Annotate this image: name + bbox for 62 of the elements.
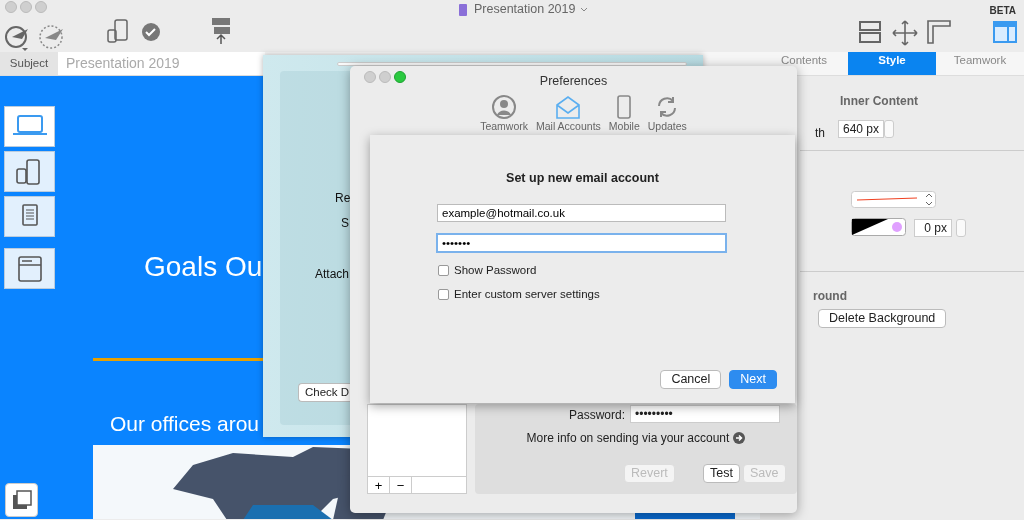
preferences-tab[interactable]: Teamwork bbox=[478, 94, 530, 135]
move-icon[interactable] bbox=[892, 20, 918, 46]
sidebar-icon[interactable] bbox=[993, 21, 1017, 43]
preferences-tab[interactable]: Mail Accounts bbox=[534, 94, 603, 135]
device-button[interactable] bbox=[4, 196, 55, 237]
chevron-icon bbox=[579, 5, 590, 14]
password-field[interactable]: ••••••• bbox=[436, 232, 727, 253]
preferences-tab[interactable]: Mobile bbox=[606, 94, 642, 135]
device-button[interactable] bbox=[4, 106, 55, 147]
stepper[interactable] bbox=[956, 219, 966, 237]
form-label: Re bbox=[335, 190, 351, 207]
password-field[interactable]: ••••••••• bbox=[630, 405, 780, 423]
slide-subheading: Our offices arou bbox=[110, 411, 260, 437]
checkbox[interactable] bbox=[438, 289, 449, 301]
cancel-button[interactable]: Cancel bbox=[660, 370, 722, 389]
window-control[interactable] bbox=[364, 71, 376, 83]
document-icon bbox=[458, 3, 468, 16]
password-label: Password: bbox=[568, 407, 625, 424]
info-link[interactable]: More info on sending via your account bbox=[526, 429, 730, 447]
devices-icon[interactable] bbox=[106, 18, 130, 44]
upload-icon[interactable] bbox=[210, 17, 232, 45]
checkmark-icon[interactable] bbox=[141, 22, 161, 42]
device-button[interactable] bbox=[4, 151, 55, 192]
email-field[interactable]: example@hotmail.co.uk bbox=[437, 203, 726, 222]
window-control[interactable] bbox=[20, 1, 32, 13]
checkbox-label: Enter custom server settings bbox=[454, 287, 600, 302]
window-title: Preferences bbox=[539, 74, 608, 88]
dialog-title: Set up new email account bbox=[505, 170, 660, 187]
line-style-select[interactable] bbox=[851, 191, 936, 208]
zoom-button[interactable] bbox=[394, 71, 406, 83]
section-title: round bbox=[813, 288, 847, 305]
width-label: th bbox=[815, 125, 825, 142]
layout-icon[interactable] bbox=[858, 20, 882, 44]
envelope-icon bbox=[556, 94, 581, 119]
subject-label: Subject bbox=[0, 52, 58, 75]
checkbox[interactable] bbox=[438, 264, 449, 276]
checkbox-label: Show Password bbox=[454, 262, 537, 278]
layers-icon bbox=[10, 489, 33, 511]
delete-background-button[interactable]: Delete Background bbox=[818, 309, 947, 328]
color-well[interactable] bbox=[851, 218, 906, 236]
check-button[interactable]: Check D bbox=[298, 383, 350, 402]
border-width-field[interactable]: 0 px bbox=[914, 219, 952, 237]
window-control[interactable] bbox=[379, 71, 391, 83]
width-field[interactable]: 640 px bbox=[838, 120, 885, 138]
preferences-tab[interactable]: Updates bbox=[645, 94, 689, 135]
window-title: Presentation 2019 bbox=[474, 2, 576, 16]
window-control[interactable] bbox=[5, 1, 17, 13]
beta-label: BETA bbox=[989, 4, 1016, 18]
slide-heading: Goals Ou bbox=[144, 250, 263, 284]
form-label: S bbox=[341, 215, 349, 232]
section-title: Inner Content bbox=[840, 93, 918, 110]
arrow-icon bbox=[733, 432, 746, 444]
people-icon bbox=[492, 94, 517, 119]
account-list[interactable]: + − bbox=[367, 404, 467, 494]
form-label: Attach bbox=[315, 266, 350, 283]
stepper[interactable] bbox=[884, 120, 894, 138]
action-button[interactable]: Test bbox=[703, 464, 740, 483]
window-control[interactable] bbox=[35, 1, 47, 13]
layers-button[interactable] bbox=[5, 483, 38, 517]
inspector-tab[interactable]: Style bbox=[848, 52, 936, 75]
device-button[interactable] bbox=[4, 248, 55, 289]
ruler-icon[interactable] bbox=[927, 20, 951, 44]
